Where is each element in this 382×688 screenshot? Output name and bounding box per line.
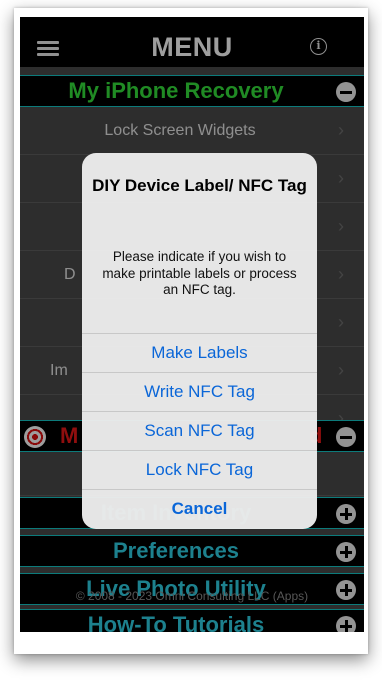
lock-nfc-tag-button[interactable]: Lock NFC Tag <box>82 450 317 489</box>
write-nfc-tag-button[interactable]: Write NFC Tag <box>82 372 317 411</box>
alert-dialog: DIY Device Label/ NFC Tag Please indicat… <box>82 153 317 529</box>
dialog-title: DIY Device Label/ NFC Tag <box>92 176 307 195</box>
app-screen: MENU i My iPhone Recovery Lock Screen Wi… <box>20 17 364 632</box>
cancel-button[interactable]: Cancel <box>82 489 317 528</box>
dialog-message: Please indicate if you wish to make prin… <box>102 249 297 297</box>
scan-nfc-tag-button[interactable]: Scan NFC Tag <box>82 411 317 450</box>
make-labels-button[interactable]: Make Labels <box>82 333 317 372</box>
